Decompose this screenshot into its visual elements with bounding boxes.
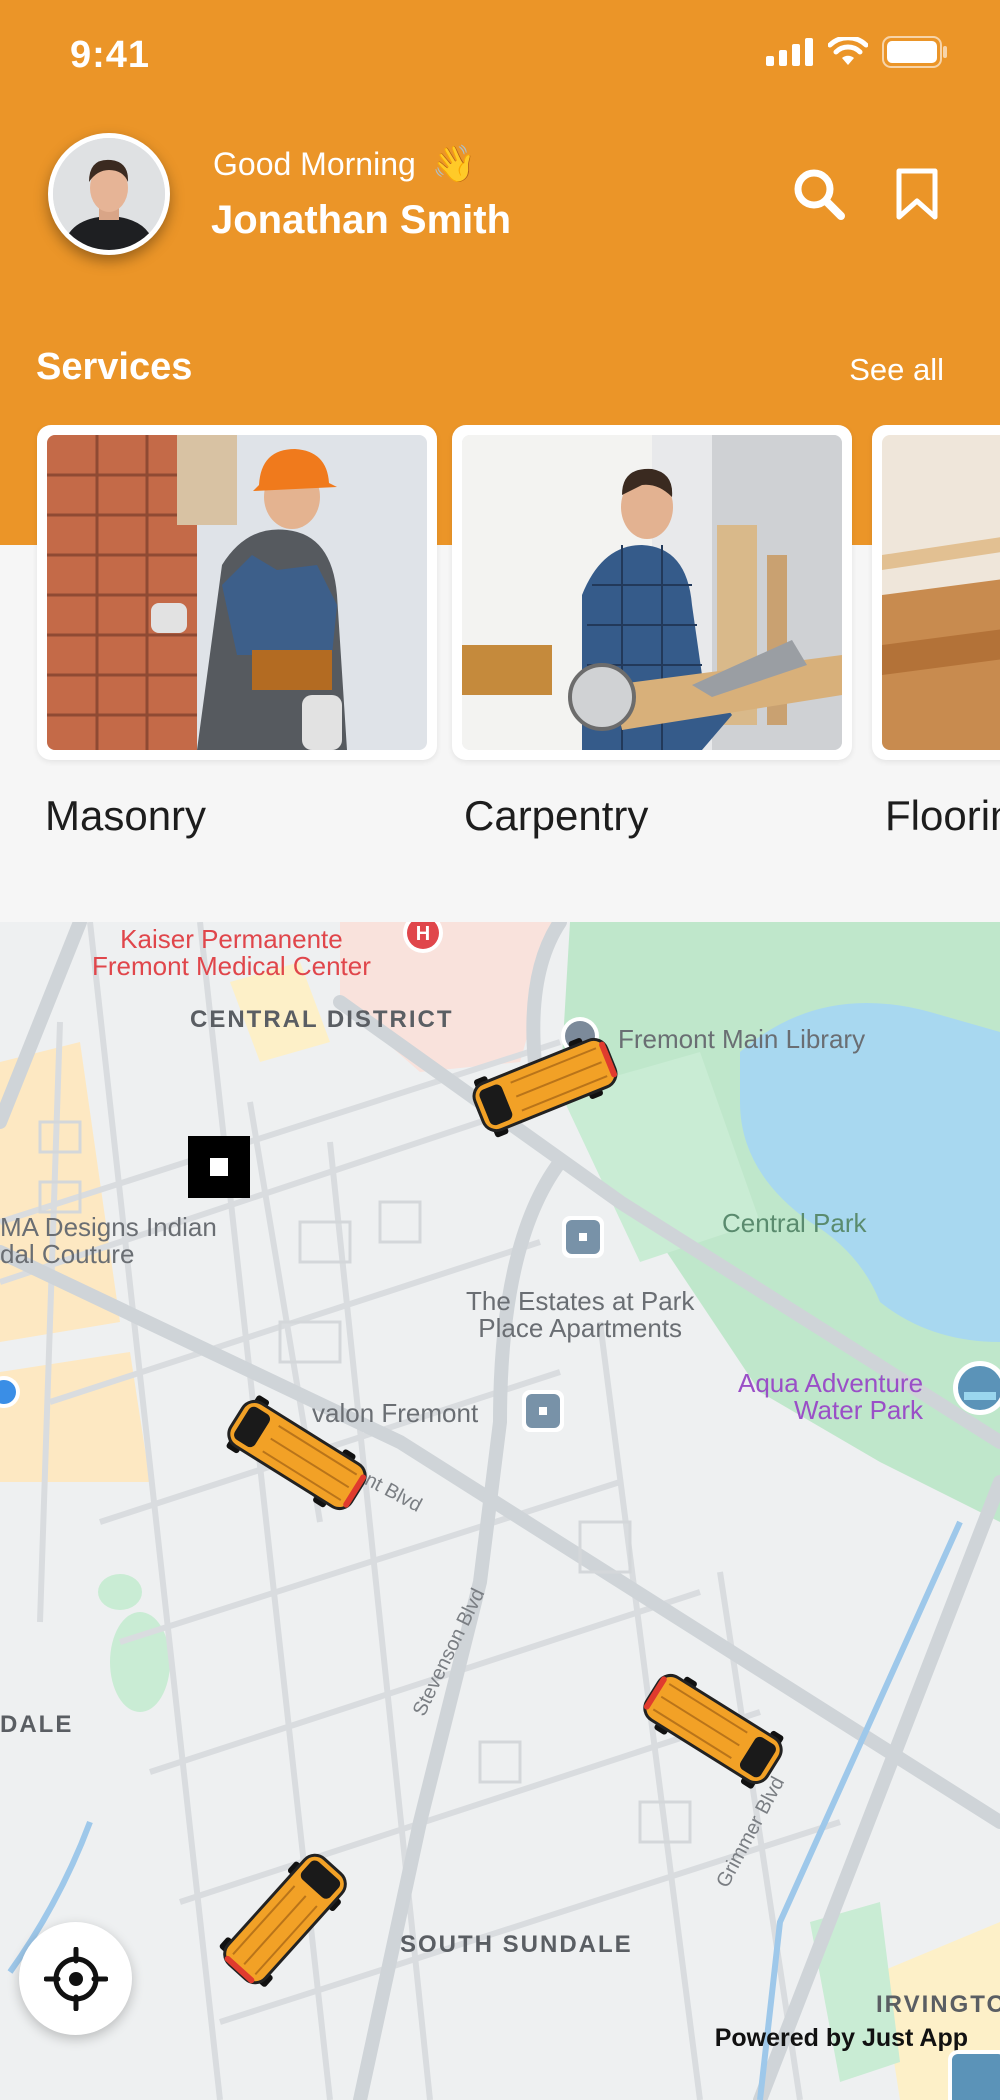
flooring-image (882, 435, 1000, 750)
map-label-library: Fremont Main Library (618, 1024, 866, 1054)
blue-pin-marker-icon (0, 1376, 20, 1408)
map-label-avalon: valon Fremont (312, 1398, 479, 1428)
status-icons (766, 36, 948, 68)
powered-by-label: Powered by Just App (714, 2024, 968, 2052)
services-title: Services (36, 346, 193, 388)
service-card-carpentry[interactable] (452, 425, 852, 760)
service-label-flooring: Floorin (885, 792, 1000, 839)
map-label-central-district: CENTRAL DISTRICT (190, 1006, 454, 1033)
user-photo (53, 138, 165, 250)
wifi-icon (828, 37, 868, 65)
bookmark-icon (896, 168, 938, 220)
black-square-marker-icon (188, 1136, 250, 1198)
map-label-estates: The Estates at Park Place Apartments (466, 1286, 695, 1344)
map-label-dale: DALE (0, 1711, 74, 1738)
service-card-masonry[interactable] (37, 425, 437, 760)
wave-emoji-icon: 👋 (431, 143, 477, 184)
masonry-image (47, 435, 427, 750)
status-bar: 9:41 (0, 0, 1000, 110)
map-label-kaiser: Kaiser Permanente Fremont Medical Center (92, 924, 371, 982)
see-all-link[interactable]: See all (849, 352, 944, 388)
service-label-carpentry: Carpentry (464, 792, 649, 839)
battery-icon (882, 36, 947, 68)
hospital-marker-icon: H (403, 922, 443, 953)
crosshair-icon (43, 1946, 108, 2011)
apartment-marker-icon (562, 1216, 604, 1258)
map-corner-thumbnail (948, 2050, 1000, 2100)
svg-text:H: H (416, 923, 430, 945)
search-button[interactable] (790, 165, 848, 223)
bookmark-button[interactable] (888, 165, 946, 223)
map-label-irvington: IRVINGTO (876, 1991, 1000, 2018)
my-location-button[interactable] (19, 1922, 132, 2035)
waterpark-marker-icon (953, 1361, 1000, 1415)
apartment-marker-2-icon (522, 1390, 564, 1432)
map-label-aqua: Aqua Adventure Water Park (738, 1368, 924, 1426)
user-name: Jonathan Smith (211, 198, 512, 242)
map-view[interactable]: H Kaiser Permanente Fremont Medical Cent… (0, 922, 1000, 2100)
map-label-designs: MA Designs Indian dal Couture (0, 1212, 217, 1270)
service-card-flooring[interactable] (872, 425, 1000, 760)
status-time: 9:41 (70, 34, 151, 76)
map-label-central-park: Central Park (722, 1208, 867, 1238)
service-label-masonry: Masonry (45, 792, 207, 839)
greeting-text: Good Morning (213, 145, 416, 182)
greeting: Good Morning 👋 (213, 143, 477, 185)
avatar[interactable] (48, 133, 170, 255)
carpentry-image (462, 435, 842, 750)
map-label-south-sundale: SOUTH SUNDALE (400, 1931, 633, 1958)
signal-icon (766, 38, 813, 66)
services-carousel[interactable]: Masonry Carpentry Floori (0, 425, 1000, 855)
search-icon (794, 169, 845, 220)
